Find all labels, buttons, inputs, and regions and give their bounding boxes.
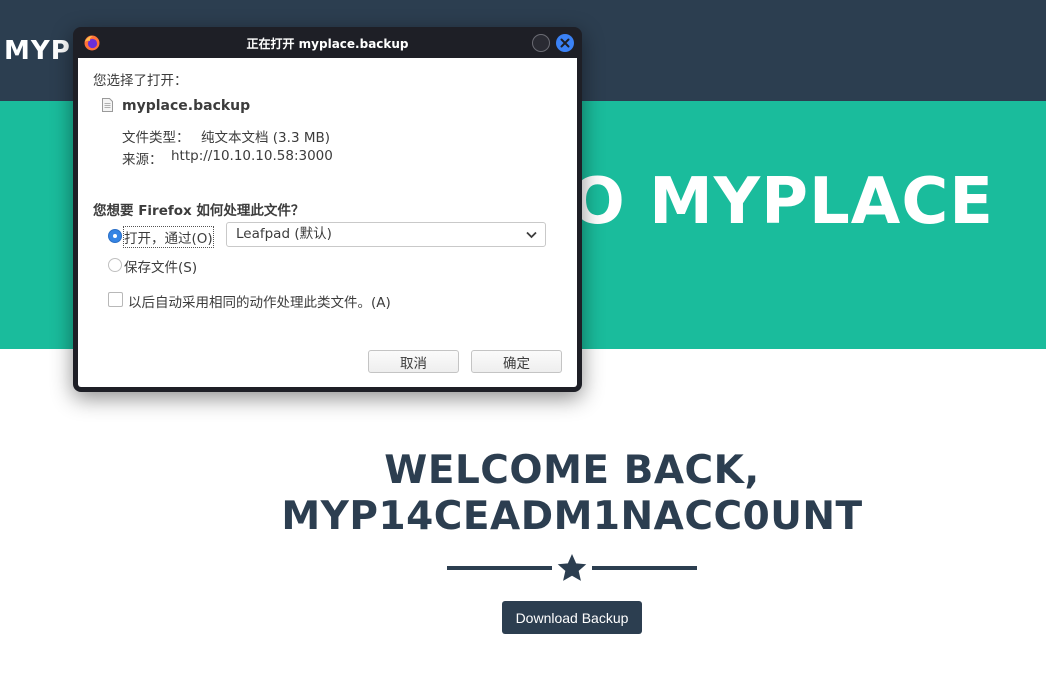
open-with-radio[interactable] xyxy=(108,229,122,243)
file-type-label: 文件类型： xyxy=(122,130,190,146)
minimize-icon[interactable] xyxy=(532,34,550,52)
cancel-button[interactable]: 取消 xyxy=(368,350,459,373)
star-icon xyxy=(557,554,587,581)
save-file-label[interactable]: 保存文件(S) xyxy=(124,256,197,276)
handling-question: 您想要 Firefox 如何处理此文件？ xyxy=(93,203,305,219)
open-with-label[interactable]: 打开，通过(O) xyxy=(123,226,214,248)
open-with-app-value: Leafpad (默认) xyxy=(236,226,332,242)
open-with-app-select[interactable]: Leafpad (默认) xyxy=(226,222,546,247)
ok-button[interactable]: 确定 xyxy=(471,350,562,373)
close-icon[interactable] xyxy=(556,34,574,52)
auto-action-label[interactable]: 以后自动采用相同的动作处理此类文件。(A) xyxy=(128,291,391,311)
welcome-line-1: WELCOME BACK, xyxy=(384,448,760,493)
dialog-title: 正在打开 myplace.backup xyxy=(246,37,409,51)
save-file-radio[interactable] xyxy=(108,258,122,272)
chose-to-open-label: 您选择了打开： xyxy=(93,73,188,89)
divider-right xyxy=(592,566,697,570)
download-backup-button[interactable]: Download Backup xyxy=(502,601,642,634)
dialog-body: 您选择了打开： myplace.backup 文件类型： 纯文本文档 (3.3 … xyxy=(78,58,577,387)
file-name: myplace.backup xyxy=(122,98,251,114)
welcome-heading: WELCOME BACK, MYP14CEADM1NACC0UNT xyxy=(230,448,914,540)
divider-left xyxy=(447,566,552,570)
welcome-line-2: MYP14CEADM1NACC0UNT xyxy=(281,494,863,539)
source-value: http://10.10.10.58:3000 xyxy=(171,148,333,164)
dialog-titlebar[interactable]: 正在打开 myplace.backup xyxy=(73,27,582,58)
file-type-value: 纯文本文档 (3.3 MB) xyxy=(201,130,330,146)
chevron-down-icon xyxy=(526,231,537,239)
open-file-dialog: 正在打开 myplace.backup 您选择了打开： myplace.back… xyxy=(73,27,582,392)
source-label: 来源： xyxy=(122,152,163,168)
file-icon xyxy=(102,98,113,112)
auto-action-checkbox[interactable] xyxy=(108,292,123,307)
